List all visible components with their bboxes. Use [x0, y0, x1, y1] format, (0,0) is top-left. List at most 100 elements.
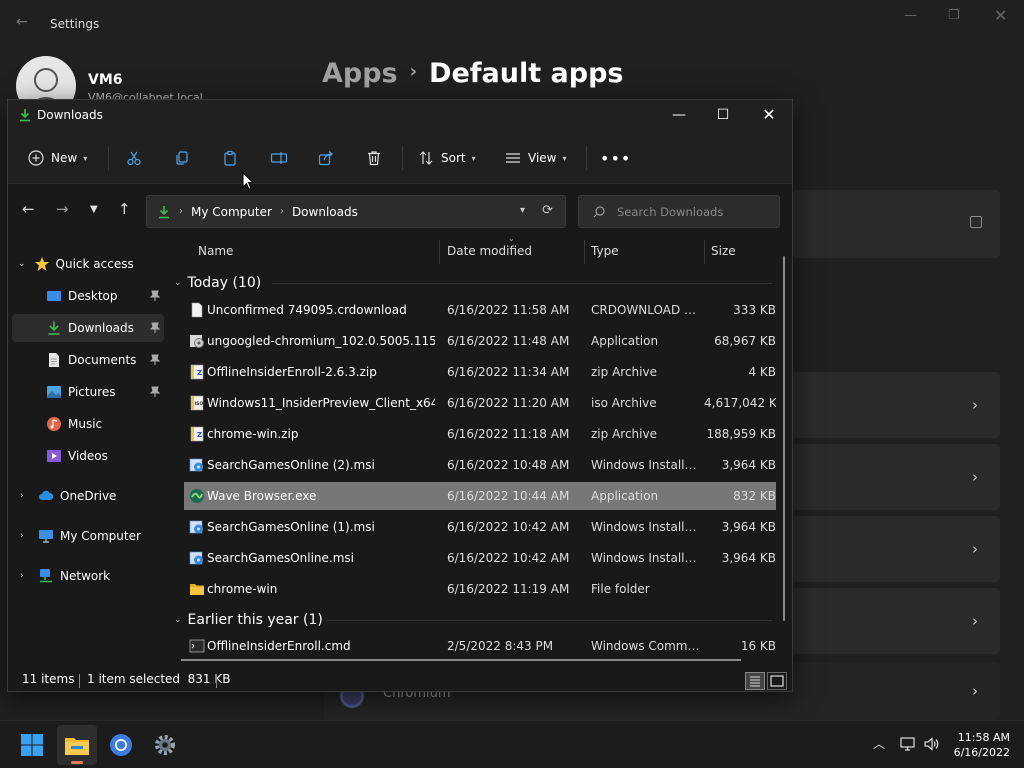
- svg-text:Z: Z: [197, 431, 202, 439]
- address-row: ← → ▼ ↑ › My Computer › Downloads ▾ ⟳: [8, 184, 792, 236]
- nav-label: Desktop: [68, 289, 118, 303]
- file-row[interactable]: OfflineInsiderEnroll.cmd 2/5/2022 8:43 PM…: [184, 632, 776, 660]
- taskbar-clock[interactable]: 11:58 AM 6/16/2022: [954, 730, 1010, 760]
- restore-icon[interactable]: ❐: [948, 8, 960, 23]
- refresh-icon[interactable]: ⟳: [542, 203, 553, 218]
- back-button[interactable]: ←: [22, 200, 35, 218]
- file-row[interactable]: Z OfflineInsiderEnroll-2.6.3.zip 6/16/2022…: [184, 358, 776, 386]
- chevron-down-icon: ▾: [471, 153, 476, 163]
- details-view-icon: [750, 676, 760, 687]
- taskbar-settings[interactable]: [145, 725, 185, 765]
- file-date: 6/16/2022 10:42 AM: [447, 520, 570, 534]
- view-button[interactable]: View ▾: [505, 144, 567, 172]
- chevron-down-icon[interactable]: ⌄: [174, 278, 182, 288]
- rename-button[interactable]: [270, 144, 288, 172]
- up-button[interactable]: ↑: [118, 200, 131, 218]
- more-options-button[interactable]: •••: [600, 144, 631, 172]
- search-box[interactable]: [578, 195, 780, 228]
- taskbar-file-explorer[interactable]: [57, 725, 97, 765]
- file-row[interactable]: Unconfirmed 749095.crdownload 6/16/2022 1…: [184, 296, 776, 324]
- column-header-date[interactable]: Date modified: [447, 236, 532, 266]
- group-header-earlier[interactable]: ⌄ Earlier this year (1): [174, 608, 323, 632]
- breadcrumb-my-computer[interactable]: My Computer: [191, 205, 272, 219]
- title-bar[interactable]: Downloads — ☐ ✕: [8, 100, 792, 130]
- settings-card[interactable]: ›: [792, 444, 1000, 510]
- settings-card[interactable]: ›: [792, 372, 1000, 438]
- forward-button[interactable]: →: [56, 200, 69, 218]
- minimize-icon[interactable]: —: [904, 8, 917, 23]
- file-row[interactable]: SearchGamesOnline.msi 6/16/2022 10:42 AM W…: [184, 544, 776, 572]
- maximize-button[interactable]: ☐: [700, 100, 746, 130]
- column-divider[interactable]: [439, 240, 440, 264]
- windows-logo-icon: [21, 734, 43, 756]
- cut-button[interactable]: [126, 144, 142, 172]
- breadcrumb-downloads[interactable]: Downloads: [292, 205, 358, 219]
- file-row[interactable]: Zchrome-win.zip 6/16/2022 11:18 AM zip Arc…: [184, 420, 776, 448]
- tiles-view-button[interactable]: [767, 672, 787, 690]
- address-bar[interactable]: › My Computer › Downloads ▾ ⟳: [146, 195, 566, 228]
- nav-network[interactable]: › Network: [12, 562, 164, 590]
- file-row[interactable]: SearchGamesOnline (1).msi 6/16/2022 10:42…: [184, 513, 776, 541]
- file-row[interactable]: chrome-win 6/16/2022 11:19 AM File folder: [184, 575, 776, 603]
- sort-button[interactable]: Sort ▾: [418, 144, 476, 172]
- network-icon[interactable]: [900, 737, 916, 751]
- chevron-right-icon[interactable]: ›: [20, 571, 24, 581]
- chevron-down-icon: ▾: [83, 153, 88, 163]
- nav-my-computer[interactable]: › My Computer: [12, 522, 164, 550]
- back-arrow-icon[interactable]: ←: [16, 14, 28, 30]
- chevron-right-icon[interactable]: ›: [20, 491, 24, 501]
- details-view-button[interactable]: [745, 672, 765, 690]
- chevron-down-icon[interactable]: ⌄: [18, 259, 26, 269]
- nav-documents[interactable]: Documents: [12, 346, 164, 374]
- share-button[interactable]: [318, 144, 334, 172]
- paste-button[interactable]: [222, 144, 238, 172]
- file-name: SearchGamesOnline (1).msi: [207, 520, 375, 534]
- chevron-right-icon[interactable]: ›: [20, 531, 24, 541]
- window-title: Downloads: [37, 108, 103, 122]
- nav-quick-access[interactable]: ⌄ Quick access: [12, 250, 164, 278]
- taskbar-chromium[interactable]: [101, 725, 141, 765]
- minimize-button[interactable]: —: [656, 100, 702, 130]
- start-button[interactable]: [12, 725, 52, 765]
- settings-card[interactable]: [792, 190, 1000, 258]
- group-header-today[interactable]: ⌄ Today (10): [174, 271, 261, 295]
- settings-card[interactable]: ›: [792, 516, 1000, 582]
- recent-locations-button[interactable]: ▼: [90, 204, 98, 215]
- file-date: 6/16/2022 11:58 AM: [447, 303, 570, 317]
- chevron-down-icon[interactable]: ▾: [520, 205, 525, 216]
- file-date: 6/16/2022 10:48 AM: [447, 458, 570, 472]
- delete-button[interactable]: [366, 144, 382, 172]
- trash-icon: [368, 151, 380, 166]
- file-row[interactable]: ungoogled-chromium_102.0.5005.115-1.... 6…: [184, 327, 776, 355]
- file-row[interactable]: Wave Browser.exe 6/16/2022 10:44 AM Applic…: [184, 482, 776, 510]
- new-button[interactable]: New ▾: [28, 144, 87, 172]
- search-input[interactable]: [617, 203, 767, 221]
- nav-music[interactable]: Music: [12, 410, 164, 438]
- nav-videos[interactable]: Videos: [12, 442, 164, 470]
- nav-pictures[interactable]: Pictures: [12, 378, 164, 406]
- horizontal-scrollbar[interactable]: [181, 659, 741, 661]
- column-header-type[interactable]: Type: [591, 236, 619, 266]
- column-divider[interactable]: [584, 240, 585, 264]
- column-header-name[interactable]: Name: [198, 236, 233, 266]
- chevron-up-icon[interactable]: ︿: [873, 735, 885, 752]
- column-header-size[interactable]: Size: [711, 236, 736, 266]
- file-row[interactable]: ISOWindows11_InsiderPreview_Client_x64_t…: [184, 389, 776, 417]
- file-row[interactable]: SearchGamesOnline (2).msi 6/16/2022 10:48…: [184, 451, 776, 479]
- volume-icon[interactable]: [924, 737, 940, 751]
- external-link-icon: [970, 216, 982, 228]
- nav-onedrive[interactable]: › OneDrive: [12, 482, 164, 510]
- nav-downloads[interactable]: Downloads: [12, 314, 164, 342]
- settings-card[interactable]: ›: [792, 588, 1000, 654]
- copy-button[interactable]: [174, 144, 190, 172]
- close-icon[interactable]: ✕: [994, 6, 1007, 25]
- vertical-scrollbar[interactable]: [783, 256, 785, 621]
- iso-archive-icon: ISO: [189, 395, 205, 411]
- file-size: 832 KB: [733, 489, 776, 503]
- computer-icon: [39, 530, 53, 543]
- breadcrumb-apps[interactable]: Apps: [322, 58, 398, 89]
- column-divider[interactable]: [704, 240, 705, 264]
- nav-desktop[interactable]: Desktop: [12, 282, 164, 310]
- close-button[interactable]: ✕: [746, 100, 792, 130]
- chevron-down-icon[interactable]: ⌄: [174, 615, 182, 625]
